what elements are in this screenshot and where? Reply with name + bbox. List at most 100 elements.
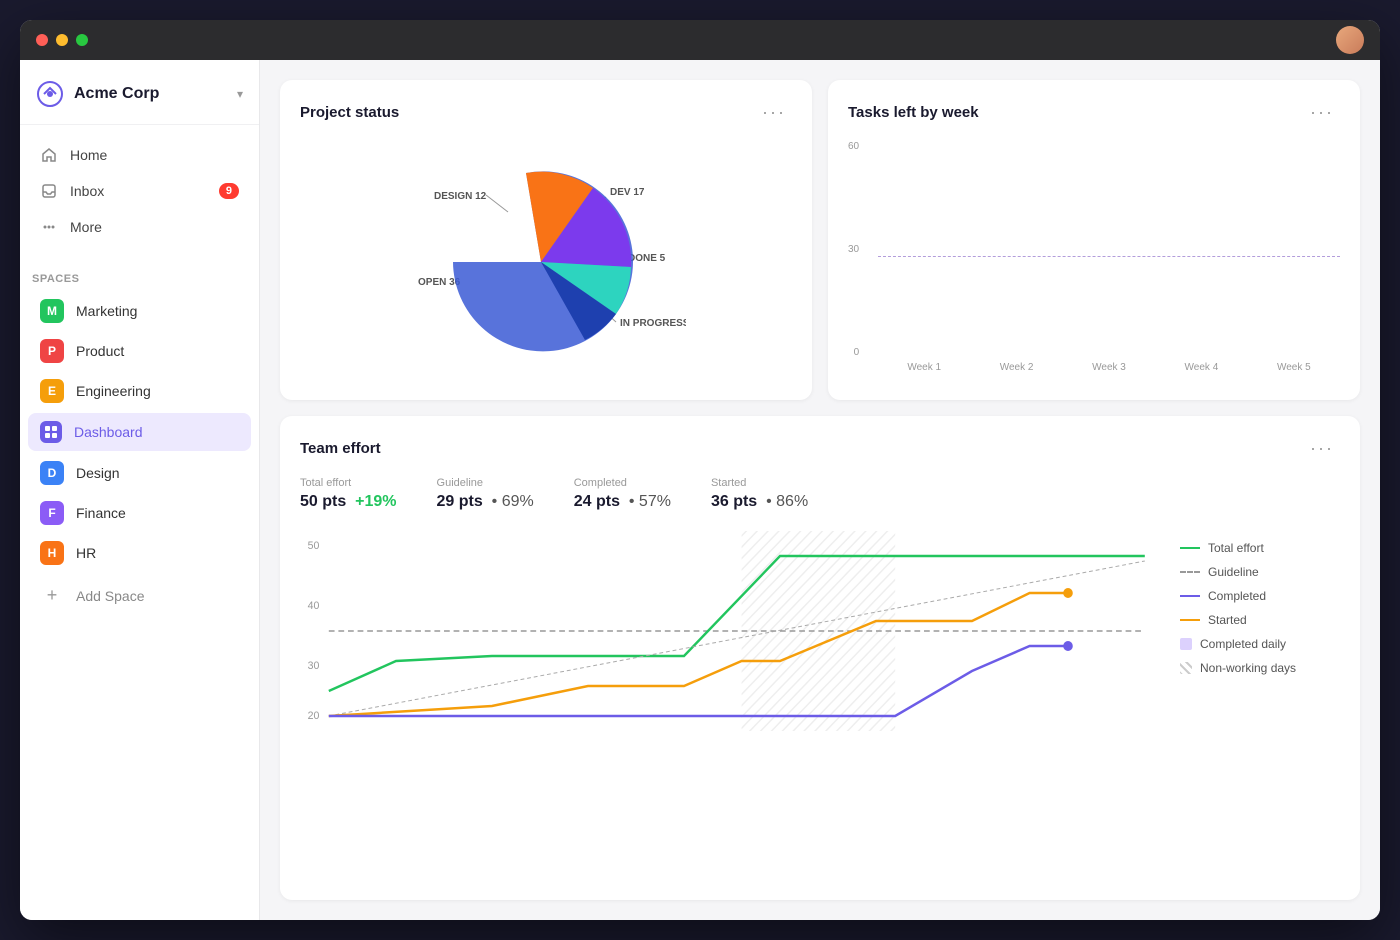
svg-text:50: 50 [308, 540, 320, 552]
sidebar-item-engineering[interactable]: E Engineering [28, 371, 251, 411]
legend-total-effort-label: Total effort [1208, 541, 1264, 555]
legend-completed-line [1180, 595, 1200, 597]
legend-non-working: Non-working days [1180, 661, 1340, 675]
plus-icon: + [40, 585, 64, 606]
company-name: Acme Corp [74, 85, 159, 103]
more-icon [40, 218, 58, 236]
logo-icon [36, 80, 64, 108]
add-space-label: Add Space [76, 588, 145, 604]
stat-total-effort: Total effort 50 pts +19% [300, 477, 397, 511]
tasks-by-week-header: Tasks left by week ··· [848, 100, 1340, 125]
legend-started: Started [1180, 613, 1340, 627]
titlebar [20, 20, 1380, 60]
tasks-by-week-more-button[interactable]: ··· [1304, 100, 1340, 125]
stat-started-value: 36 pts • 86% [711, 493, 808, 511]
stat-total-change: +19% [355, 493, 396, 510]
svg-text:IN PROGRESS 5: IN PROGRESS 5 [620, 318, 686, 329]
sidebar-item-dashboard[interactable]: Dashboard [28, 413, 251, 451]
minimize-button[interactable] [56, 34, 68, 46]
y-label-30: 30 [848, 244, 859, 255]
team-effort-card: Team effort ··· Total effort 50 pts +19%… [280, 416, 1360, 900]
legend-total-effort-line [1180, 547, 1200, 549]
legend-completed-daily-label: Completed daily [1200, 637, 1286, 651]
app-window: Acme Corp ▾ Home [20, 20, 1380, 920]
charts-row: Project status ··· DEV 17 DONE 5 [280, 80, 1360, 400]
svg-text:DONE 5: DONE 5 [628, 253, 666, 264]
y-label-0: 0 [854, 347, 860, 358]
stat-completed-value: 24 pts • 57% [574, 493, 671, 511]
project-status-header: Project status ··· [300, 100, 792, 125]
close-button[interactable] [36, 34, 48, 46]
guideline [878, 256, 1340, 257]
sidebar-item-hr[interactable]: H HR [28, 533, 251, 573]
app-body: Acme Corp ▾ Home [20, 60, 1380, 920]
legend-started-label: Started [1208, 613, 1247, 627]
engineering-avatar: E [40, 379, 64, 403]
legend-started-line [1180, 619, 1200, 621]
product-label: Product [76, 343, 124, 359]
stat-completed-label: Completed [574, 477, 671, 489]
bar-chart-container: 60 30 0 [848, 141, 1340, 373]
effort-stats: Total effort 50 pts +19% Guideline 29 pt… [300, 477, 1340, 511]
pie-chart-container: DEV 17 DONE 5 IN PROGRESS 5 OPEN 36 DES [300, 141, 792, 373]
team-effort-more-button[interactable]: ··· [1304, 436, 1340, 461]
spaces-list: M Marketing P Product E Engineering [20, 291, 259, 614]
pie-chart-svg: DEV 17 DONE 5 IN PROGRESS 5 OPEN 36 DES [406, 127, 686, 387]
sidebar-header[interactable]: Acme Corp ▾ [20, 60, 259, 125]
line-chart-area: 50 40 30 20 [300, 531, 1340, 731]
legend-guideline-label: Guideline [1208, 565, 1259, 579]
svg-text:DESIGN 12: DESIGN 12 [434, 191, 487, 202]
inbox-badge: 9 [219, 183, 239, 199]
add-space-button[interactable]: + Add Space [28, 577, 251, 614]
sidebar-item-marketing[interactable]: M Marketing [28, 291, 251, 331]
engineering-label: Engineering [76, 383, 151, 399]
maximize-button[interactable] [76, 34, 88, 46]
home-icon [40, 146, 58, 164]
inbox-icon [40, 182, 58, 200]
hr-label: HR [76, 545, 96, 561]
project-status-more-button[interactable]: ··· [756, 100, 792, 125]
spaces-section-label: Spaces [20, 257, 259, 291]
legend-total-effort: Total effort [1180, 541, 1340, 555]
line-chart-svg: 50 40 30 20 [300, 531, 1164, 731]
sidebar-item-design[interactable]: D Design [28, 453, 251, 493]
legend-non-working-label: Non-working days [1200, 661, 1296, 675]
svg-text:40: 40 [308, 600, 320, 612]
team-effort-title: Team effort [300, 440, 381, 457]
legend-non-working-pattern [1180, 662, 1192, 674]
legend-completed-label: Completed [1208, 589, 1266, 603]
svg-text:DEV 17: DEV 17 [610, 187, 645, 198]
team-effort-header: Team effort ··· [300, 436, 1340, 461]
sidebar-item-more[interactable]: More [28, 209, 251, 245]
stat-guideline: Guideline 29 pts • 69% [437, 477, 534, 511]
legend-guideline: Guideline [1180, 565, 1340, 579]
bar-y-axis: 60 30 0 [848, 141, 865, 358]
design-label: Design [76, 465, 120, 481]
stat-total-value: 50 pts +19% [300, 493, 397, 511]
sidebar-nav: Home Inbox 9 [20, 125, 259, 257]
sidebar-item-finance[interactable]: F Finance [28, 493, 251, 533]
sidebar-item-inbox[interactable]: Inbox 9 [28, 173, 251, 209]
sidebar-item-home[interactable]: Home [28, 137, 251, 173]
marketing-avatar: M [40, 299, 64, 323]
finance-avatar: F [40, 501, 64, 525]
sidebar-item-product[interactable]: P Product [28, 331, 251, 371]
dashboard-avatar [40, 421, 62, 443]
stat-started-pct: • 86% [766, 493, 808, 510]
legend-completed: Completed [1180, 589, 1340, 603]
svg-text:OPEN 36: OPEN 36 [418, 277, 461, 288]
chevron-down-icon: ▾ [237, 87, 243, 101]
line-chart-svg-wrapper: 50 40 30 20 [300, 531, 1164, 731]
stat-started-label: Started [711, 477, 808, 489]
nav-more-label: More [70, 219, 102, 235]
svg-text:20: 20 [308, 710, 320, 722]
y-label-60: 60 [848, 141, 859, 152]
stat-completed-pct: • 57% [629, 493, 671, 510]
stat-completed: Completed 24 pts • 57% [574, 477, 671, 511]
user-avatar[interactable] [1336, 26, 1364, 54]
stat-guideline-label: Guideline [437, 477, 534, 489]
project-status-title: Project status [300, 104, 399, 121]
main-content: Project status ··· DEV 17 DONE 5 [260, 60, 1380, 920]
legend-completed-daily-box [1180, 638, 1192, 650]
dashboard-label: Dashboard [74, 424, 143, 440]
